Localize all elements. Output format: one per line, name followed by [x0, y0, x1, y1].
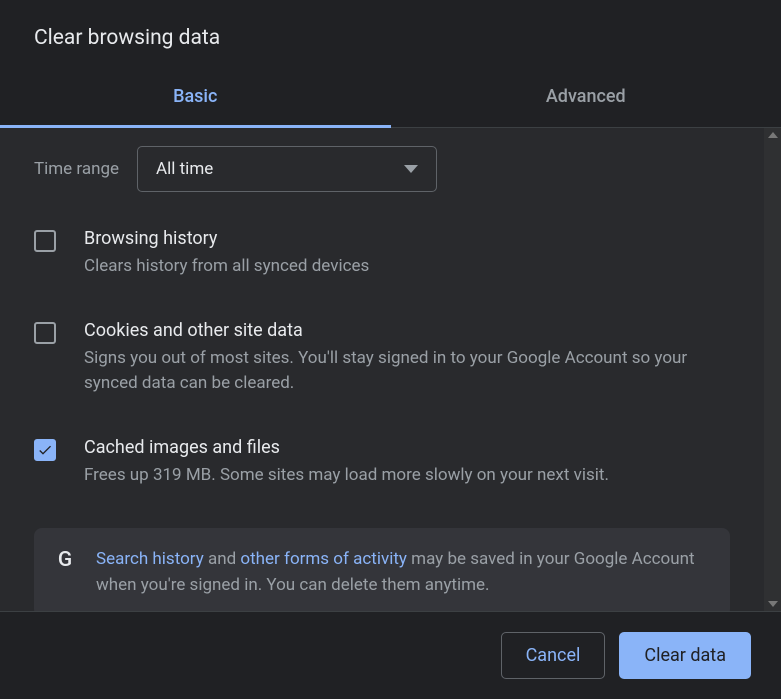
option-desc: Clears history from all synced devices — [84, 254, 730, 280]
checkbox-browsing-history[interactable] — [34, 230, 56, 252]
link-other-activity[interactable]: other forms of activity — [240, 549, 407, 569]
dialog-title: Clear browsing data — [34, 26, 747, 50]
tab-basic[interactable]: Basic — [0, 66, 391, 127]
option-text: Cookies and other site data Signs you ou… — [84, 320, 730, 397]
checkbox-cached[interactable] — [34, 439, 56, 461]
chevron-down-icon — [404, 165, 418, 173]
option-cached: Cached images and files Frees up 319 MB.… — [34, 437, 730, 489]
clear-browsing-data-dialog: Clear browsing data Basic Advanced Time … — [0, 0, 781, 699]
content-area: Time range All time Browsing history Cle… — [0, 128, 764, 611]
info-text-part: and — [204, 549, 241, 569]
checkbox-cookies[interactable] — [34, 322, 56, 344]
time-range-value: All time — [156, 159, 213, 179]
scroll-down-icon[interactable] — [768, 601, 778, 607]
cancel-button[interactable]: Cancel — [501, 632, 606, 679]
option-title: Cookies and other site data — [84, 320, 730, 341]
option-cookies: Cookies and other site data Signs you ou… — [34, 320, 730, 397]
scroll-up-icon[interactable] — [768, 132, 778, 138]
time-range-label: Time range — [34, 159, 119, 179]
option-title: Browsing history — [84, 228, 730, 249]
time-range-row: Time range All time — [34, 146, 730, 192]
clear-data-button[interactable]: Clear data — [619, 632, 751, 679]
option-text: Browsing history Clears history from all… — [84, 228, 730, 280]
tab-advanced[interactable]: Advanced — [391, 66, 781, 127]
dialog-footer: Cancel Clear data — [0, 611, 781, 699]
option-text: Cached images and files Frees up 319 MB.… — [84, 437, 730, 489]
check-icon — [37, 442, 53, 458]
info-card: G Search history and other forms of acti… — [34, 528, 730, 611]
tabs-container: Basic Advanced — [0, 66, 781, 128]
link-search-history[interactable]: Search history — [96, 549, 204, 569]
google-icon: G — [54, 549, 76, 571]
option-title: Cached images and files — [84, 437, 730, 458]
option-desc: Signs you out of most sites. You'll stay… — [84, 346, 730, 397]
option-desc: Frees up 319 MB. Some sites may load mor… — [84, 463, 730, 489]
time-range-select[interactable]: All time — [137, 146, 437, 192]
dialog-header: Clear browsing data — [0, 0, 781, 66]
scrollbar[interactable] — [764, 128, 781, 611]
option-browsing-history: Browsing history Clears history from all… — [34, 228, 730, 280]
content-wrapper: Time range All time Browsing history Cle… — [0, 128, 781, 611]
info-text: Search history and other forms of activi… — [96, 546, 710, 599]
